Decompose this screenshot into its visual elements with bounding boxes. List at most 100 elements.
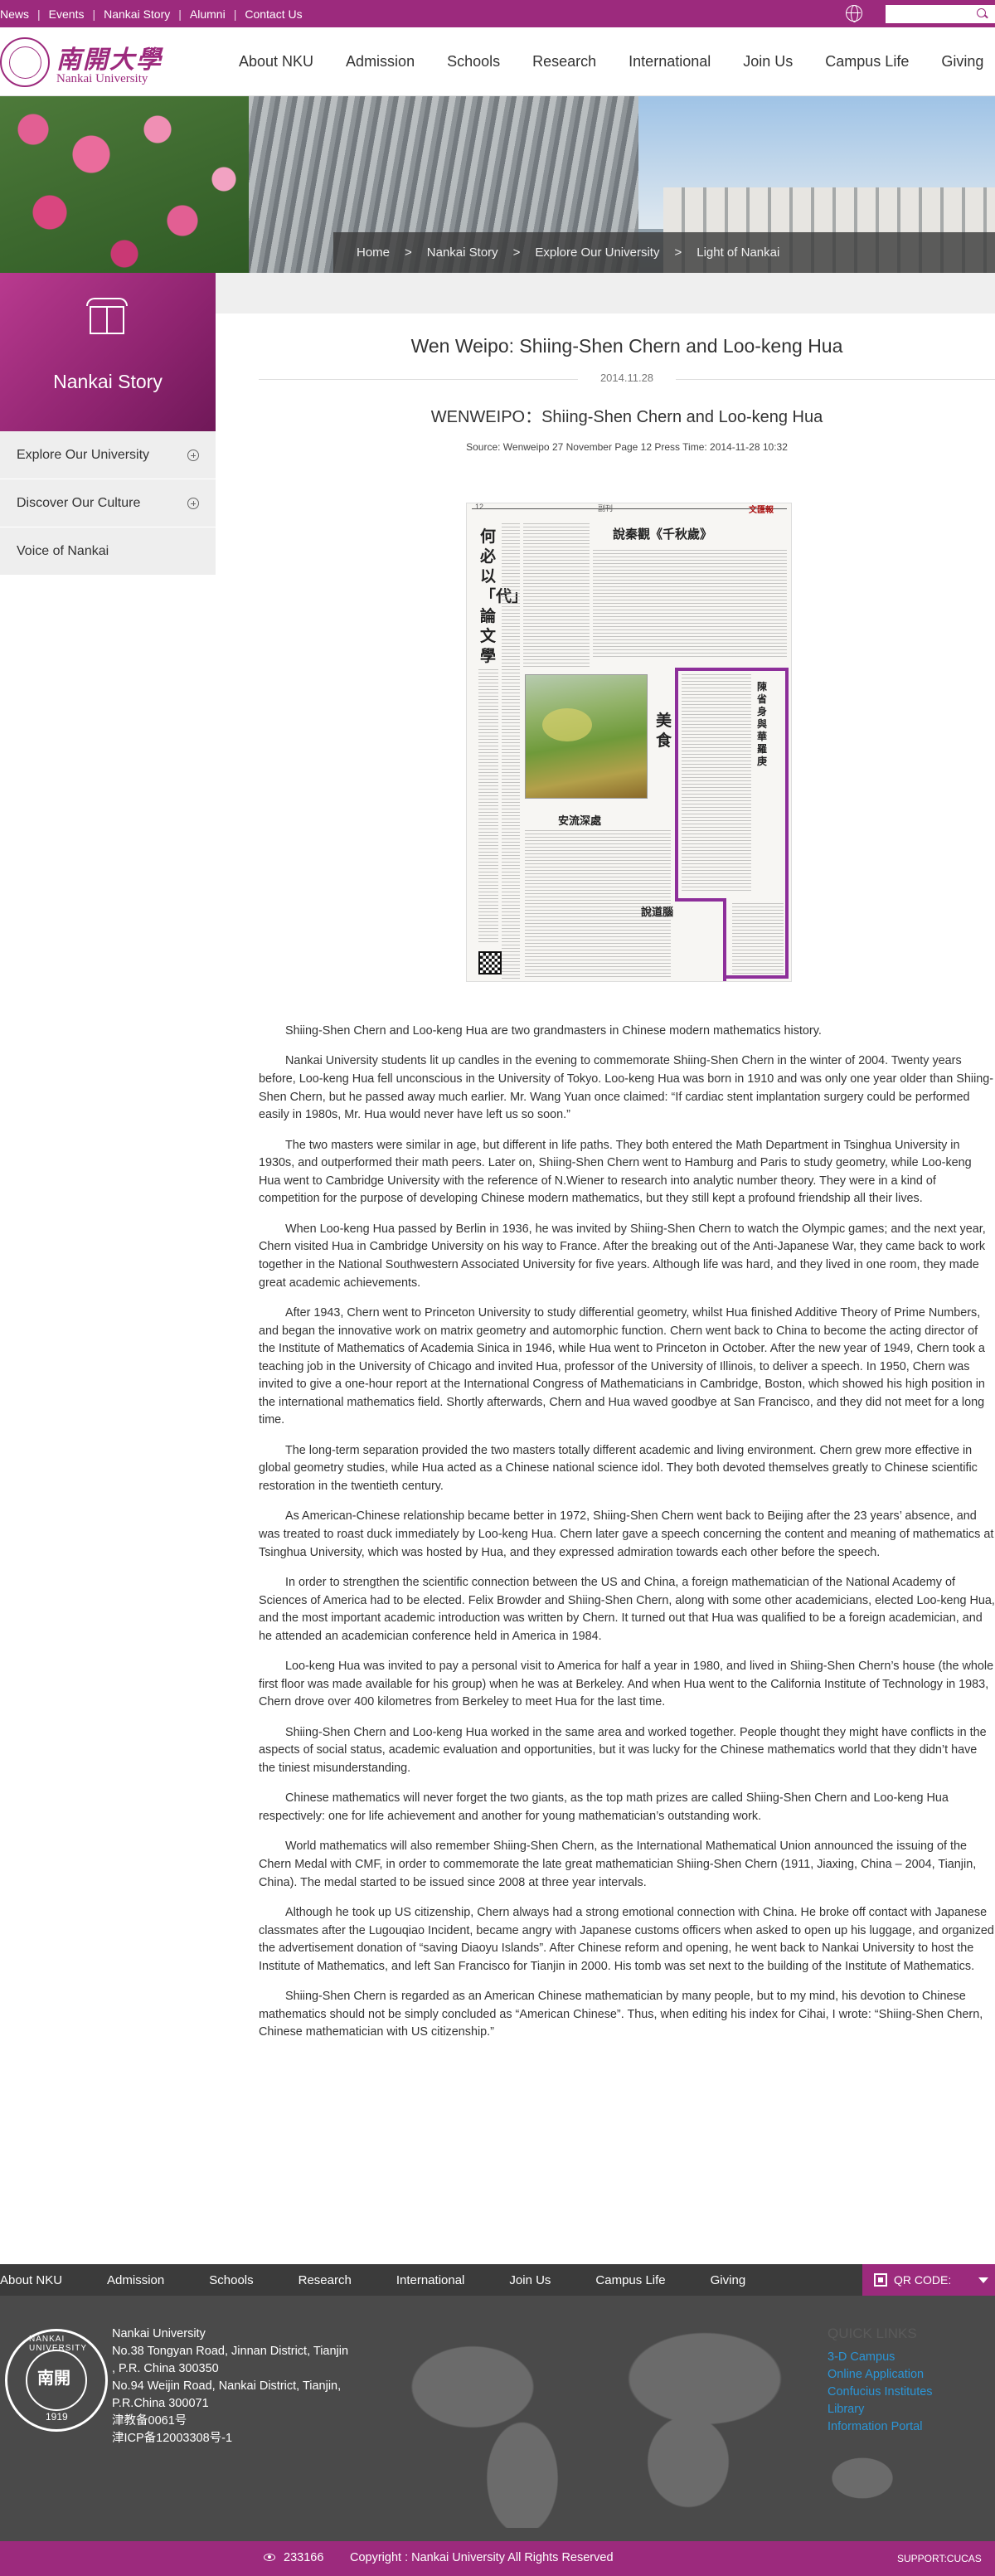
eye-icon xyxy=(264,2554,275,2561)
footer-address: Nankai University No.38 Tongyan Road, Ji… xyxy=(112,2326,348,2447)
quick-link-information-portal[interactable]: Information Portal xyxy=(828,2418,933,2436)
footer-nav-schools[interactable]: Schools xyxy=(209,2273,253,2287)
address-line: , P.R. China 300350 xyxy=(112,2362,219,2375)
top-link-nankai-story[interactable]: Nankai Story xyxy=(104,7,170,21)
breadcrumb-separator: > xyxy=(405,245,412,260)
footer-nav-items: About NKU Admission Schools Research Int… xyxy=(0,2273,790,2287)
article-paragraph: As American-Chinese relationship became … xyxy=(259,1509,994,1559)
breadcrumb-explore-our-university[interactable]: Explore Our University xyxy=(535,245,659,260)
nav-admission[interactable]: Admission xyxy=(346,53,415,70)
article-paragraph: Although he took up US citizenship, Cher… xyxy=(259,1905,994,1973)
quick-link-online-application[interactable]: Online Application xyxy=(828,2366,933,2384)
university-seal-logo: NANKAI UNIVERSITY 南開 1919 xyxy=(5,2329,108,2432)
sidebar-item-voice-of-nankai[interactable]: Voice of Nankai xyxy=(0,527,216,576)
article-title: Wen Weipo: Shiing-Shen Chern and Loo-ken… xyxy=(410,335,843,357)
footer-nav: About NKU Admission Schools Research Int… xyxy=(0,2264,995,2296)
newspaper-top-title: 說秦觀《千秋歲》 xyxy=(613,527,713,542)
newspaper-text-column xyxy=(682,674,751,893)
qr-code-icon xyxy=(478,951,502,975)
sidebar-title: Nankai Story xyxy=(53,371,163,392)
newspaper-highlight-title: 陳省身與華羅庚 xyxy=(757,681,768,767)
top-links: News | Events | Nankai Story | Alumni | … xyxy=(0,0,303,27)
seal-year: 1919 xyxy=(46,2411,68,2423)
address-line: P.R.China 300071 xyxy=(112,2397,209,2410)
article-paragraph: Nankai University students lit up candle… xyxy=(259,1054,994,1122)
article-paragraph: Loo-keng Hua was invited to pay a person… xyxy=(259,1660,994,1709)
newspaper-painting xyxy=(525,674,648,799)
newspaper-section: 副刊 xyxy=(598,504,614,513)
article-source: Source: Wenweipo 27 November Page 12 Pre… xyxy=(466,441,788,453)
top-link-events[interactable]: Events xyxy=(49,7,85,21)
copyright-bar: 233166 Copyright : Nankai University All… xyxy=(0,2541,995,2576)
newspaper-text-column xyxy=(523,523,590,669)
main-nav: About NKU Admission Schools Research Int… xyxy=(239,27,995,96)
top-link-alumni[interactable]: Alumni xyxy=(190,7,226,21)
copyright-text: Copyright : Nankai University All Rights… xyxy=(350,2551,614,2564)
address-line: 津ICP备12003308号-1 xyxy=(112,2432,233,2445)
footer-nav-join-us[interactable]: Join Us xyxy=(509,2273,551,2287)
separator: | xyxy=(37,7,41,21)
nav-giving[interactable]: Giving xyxy=(941,53,983,70)
top-link-news[interactable]: News xyxy=(0,7,29,21)
sidebar-item-explore-our-university[interactable]: Explore Our University xyxy=(0,431,216,479)
sidebar-item-label: Discover Our Culture xyxy=(17,495,141,510)
newspaper-big-title: 美食 xyxy=(656,712,672,750)
sidebar-item-discover-our-culture[interactable]: Discover Our Culture xyxy=(0,479,216,527)
quick-links: 3-D Campus Online Application Confucius … xyxy=(828,2349,933,2436)
support-credit[interactable]: SUPPORT:CUCAS xyxy=(897,2553,982,2564)
newspaper-rule xyxy=(472,508,787,509)
logo-english-name[interactable]: Nankai University xyxy=(56,72,148,86)
breadcrumb-light-of-nankai[interactable]: Light of Nankai xyxy=(696,245,779,260)
chevron-down-icon xyxy=(978,2277,988,2283)
content-top-band xyxy=(216,273,995,313)
nav-schools[interactable]: Schools xyxy=(447,53,500,70)
article-paragraph: When Loo-keng Hua passed by Berlin in 19… xyxy=(259,1222,986,1290)
breadcrumb-nankai-story[interactable]: Nankai Story xyxy=(427,245,498,260)
separator: | xyxy=(92,7,96,21)
globe-icon[interactable] xyxy=(846,5,862,22)
seal-characters: 南開 xyxy=(37,2368,70,2388)
quick-link-3d-campus[interactable]: 3-D Campus xyxy=(828,2349,933,2366)
nav-campus-life[interactable]: Campus Life xyxy=(825,53,909,70)
article-paragraph: Shiing-Shen Chern and Loo-keng Hua worke… xyxy=(259,1725,987,1775)
article-paragraph: After 1943, Chern went to Princeton Univ… xyxy=(259,1305,985,1427)
newspaper-vertical-title: 何必以「代」論文學 xyxy=(480,527,527,665)
site-footer: NANKAI UNIVERSITY 南開 1919 Nankai Univers… xyxy=(0,2296,995,2541)
article-paragraph: In order to strengthen the scientific co… xyxy=(259,1576,995,1643)
sidebar-header: Nankai Story xyxy=(0,273,216,431)
article-body: Shiing-Shen Chern and Loo-keng Hua are t… xyxy=(259,1023,995,2054)
top-link-contact-us[interactable]: Contact Us xyxy=(245,7,302,21)
article-paragraph: World mathematics will also remember Shi… xyxy=(259,1840,977,1889)
breadcrumb-separator: > xyxy=(512,245,521,260)
nav-about-nku[interactable]: About NKU xyxy=(239,53,313,70)
address-line: 津教备0061号 xyxy=(112,2414,187,2428)
separator: | xyxy=(233,7,237,21)
expand-plus-icon[interactable] xyxy=(187,498,199,509)
nav-international[interactable]: International xyxy=(629,53,711,70)
logo-seal-icon[interactable] xyxy=(0,37,50,87)
article-paragraph: Shiing-Shen Chern is regarded as an Amer… xyxy=(259,1990,983,2039)
expand-plus-icon[interactable] xyxy=(187,450,199,461)
newspaper-text-column xyxy=(502,523,520,979)
newspaper-brand: 文匯報 xyxy=(749,506,774,515)
nav-join-us[interactable]: Join Us xyxy=(743,53,793,70)
footer-nav-giving[interactable]: Giving xyxy=(711,2273,746,2287)
breadcrumb-separator: > xyxy=(674,245,682,260)
book-icon xyxy=(86,298,128,338)
footer-nav-about-nku[interactable]: About NKU xyxy=(0,2273,62,2287)
nav-research[interactable]: Research xyxy=(532,53,596,70)
qr-code-button[interactable]: QR CODE: xyxy=(862,2264,995,2296)
quick-link-library[interactable]: Library xyxy=(828,2401,933,2418)
footer-nav-admission[interactable]: Admission xyxy=(107,2273,164,2287)
top-bar: News | Events | Nankai Story | Alumni | … xyxy=(0,0,995,27)
footer-nav-international[interactable]: International xyxy=(396,2273,465,2287)
footer-nav-campus-life[interactable]: Campus Life xyxy=(595,2273,665,2287)
footer-nav-research[interactable]: Research xyxy=(298,2273,352,2287)
article-paragraph: The two masters were similar in age, but… xyxy=(259,1138,972,1206)
quick-link-confucius-institutes[interactable]: Confucius Institutes xyxy=(828,2384,933,2401)
article-date: 2014.11.28 xyxy=(259,372,995,388)
breadcrumb-home[interactable]: Home xyxy=(357,245,390,260)
search-icon[interactable] xyxy=(977,8,986,17)
qr-code-icon xyxy=(874,2273,887,2287)
logo-chinese-name[interactable]: 南開大學 xyxy=(56,39,163,75)
